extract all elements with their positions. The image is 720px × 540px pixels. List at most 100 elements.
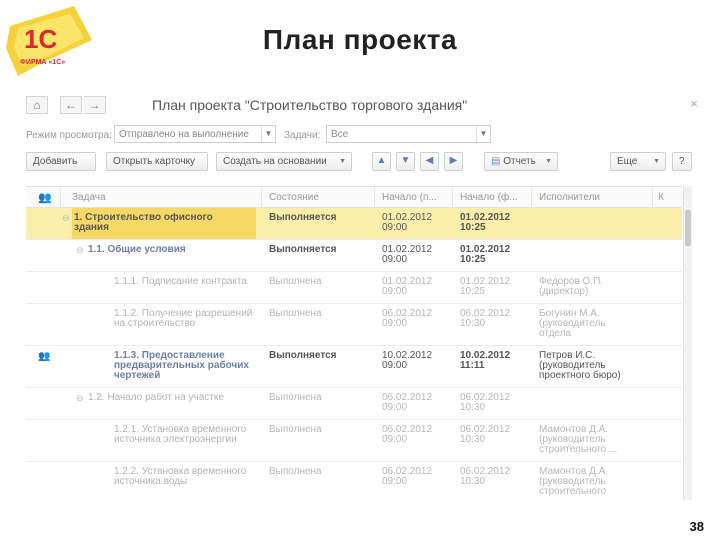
cell-fact-start: 06.02.2012 10:30 <box>460 309 511 329</box>
add-button[interactable]: Добавить <box>26 152 96 171</box>
cell-state: Выполнена <box>269 309 322 319</box>
users-icon: 👥 <box>38 351 51 362</box>
move-down-button[interactable]: ▼ <box>396 152 415 171</box>
column-header-plan-start[interactable]: Начало (п... <box>382 192 452 203</box>
table-row[interactable]: 1.1.1. Подписание контракта Выполнена 01.0… <box>26 272 682 304</box>
cell-plan-start: 10.02.2012 09:00 <box>382 351 433 371</box>
cell-executors: Богунин М.А. (руководитель отдела <box>539 309 606 339</box>
cell-state: Выполнена <box>269 467 322 477</box>
cell-plan-start: 06.02.2012 09:00 <box>382 467 433 487</box>
chevron-down-icon: ▼ <box>339 158 346 165</box>
table-row[interactable]: 1.2.1. Установка временного источника эл… <box>26 420 682 462</box>
command-bar: Добавить Открыть карточку Создать на осн… <box>26 150 706 180</box>
arrow-right-icon: → <box>88 98 101 112</box>
table-row[interactable]: 👥 1.1.3. Предоставление предварительных р… <box>26 346 682 388</box>
cell-task: 1.2.2. Установка временного источника во… <box>114 467 247 487</box>
table-row[interactable]: 1.1.2. Получение разрешений на строитель… <box>26 304 682 346</box>
level-up-button[interactable]: ◀ <box>420 152 439 171</box>
report-icon: ▤ <box>491 156 504 167</box>
slide-number: 38 <box>689 519 704 534</box>
cell-executors: Мамонтов Д.А. (руководитель строительног… <box>539 425 618 455</box>
close-icon[interactable]: × <box>690 96 698 111</box>
tasks-filter-value: Все <box>331 129 349 140</box>
cell-task: 1.2. Начало работ на участке <box>88 393 224 403</box>
cell-plan-start: 01.02.2012 09:00 <box>382 277 433 297</box>
scrollbar-thumb[interactable] <box>685 210 691 246</box>
arrow-left-icon: ◀ <box>425 155 434 166</box>
cell-task: 1.1. Общие условия <box>88 245 186 255</box>
chevron-down-icon: ▼ <box>653 158 660 165</box>
cell-fact-start: 06.02.2012 10:30 <box>460 393 511 413</box>
table-header: 👥 Задача Состояние Начало (п... Начало (… <box>26 186 682 208</box>
report-button[interactable]: ▤ Отчеть ▼ <box>484 152 558 171</box>
window-titlebar: ⌂ ← → План проекта "Строительство торгов… <box>26 90 706 122</box>
view-mode-value: Отправлено на выполнение <box>119 129 249 140</box>
arrow-left-icon: ← <box>65 98 77 112</box>
table-row[interactable]: ⊖ 1.2. Начало работ на участке Выполнена 06… <box>26 388 682 420</box>
form-title: План проекта "Строительство торгового зд… <box>152 97 468 113</box>
cell-plan-start: 01.02.2012 09:00 <box>382 245 433 265</box>
tree-collapse-icon[interactable]: ⊖ <box>76 393 84 404</box>
cell-plan-start: 06.02.2012 09:00 <box>382 309 433 329</box>
cell-state: Выполняется <box>269 245 337 255</box>
cell-plan-start: 01.02.2012 09:00 <box>382 213 433 233</box>
cell-executors: Мамонтов Д.А. (руководитель строительног… <box>539 467 609 497</box>
create-based-on-button[interactable]: Создать на основании ▼ <box>216 152 352 171</box>
project-plan-window: ⌂ ← → План проекта "Строительство торгов… <box>26 90 706 500</box>
cell-task: 1. Строительство офисного здания <box>74 213 213 233</box>
column-header-k[interactable]: К <box>658 192 678 203</box>
home-button[interactable]: ⌂ <box>26 96 48 114</box>
move-up-button[interactable]: ▲ <box>372 152 391 171</box>
help-button[interactable]: ? <box>672 152 692 171</box>
cell-state: Выполняется <box>269 351 337 361</box>
cell-fact-start: 10.02.2012 11:11 <box>460 351 511 371</box>
slide-title: План проекта <box>262 24 458 55</box>
more-button[interactable]: Еще ▼ <box>610 152 666 171</box>
cell-fact-start: 01.02.2012 10:25 <box>460 213 511 233</box>
column-header-executors[interactable]: Исполнители <box>539 192 649 203</box>
table-body: ⊖ 1. Строительство офисного здания Выполня… <box>26 208 682 500</box>
cell-task: 1.1.3. Предоставление предварительных ра… <box>114 351 249 381</box>
chevron-down-icon: ▼ <box>476 126 490 142</box>
table-scrollbar[interactable] <box>683 186 692 500</box>
open-card-button[interactable]: Открыть карточку <box>106 152 208 171</box>
tasks-table: 👥 Задача Состояние Начало (п... Начало (… <box>26 186 682 500</box>
cell-plan-start: 06.02.2012 09:00 <box>382 425 433 445</box>
users-icon: 👥 <box>38 192 52 204</box>
chevron-down-icon: ▼ <box>261 126 275 142</box>
create-based-on-label: Создать на основании <box>223 156 327 167</box>
level-down-button[interactable]: ▶ <box>444 152 463 171</box>
cell-fact-start: 06.02.2012 10:30 <box>460 425 511 445</box>
view-mode-select[interactable]: Отправлено на выполнение ▼ <box>114 125 276 143</box>
tasks-filter-label: Задачи: <box>284 130 321 141</box>
table-row[interactable]: ⊖ 1.1. Общие условия Выполняется 01.02.2012… <box>26 240 682 272</box>
cell-executors: Федоров О.П. (директор) <box>539 277 604 297</box>
more-label: Еще <box>617 156 638 167</box>
tasks-filter-select[interactable]: Все ▼ <box>326 125 491 143</box>
tree-collapse-icon[interactable]: ⊖ <box>76 245 84 256</box>
column-header-state[interactable]: Состояние <box>269 192 369 203</box>
cell-fact-start: 01.02.2012 10:25 <box>460 245 511 265</box>
back-button[interactable]: ← <box>60 96 82 114</box>
column-header-task[interactable]: Задача <box>72 192 252 203</box>
table-row[interactable]: 1.2.2. Установка временного источника во… <box>26 462 682 500</box>
cell-task: 1.1.2. Получение разрешений на строитель… <box>114 309 253 329</box>
tree-collapse-icon[interactable]: ⊖ <box>62 213 70 224</box>
view-mode-label: Режим просмотра: <box>26 130 112 141</box>
chevron-down-icon: ▼ <box>545 158 552 165</box>
cell-fact-start: 01.02.2012 10:25 <box>460 277 511 297</box>
cell-task: 1.2.1. Установка временного источника эл… <box>114 425 247 445</box>
svg-text:ФИРМА «1С»: ФИРМА «1С» <box>20 59 65 66</box>
home-icon: ⌂ <box>33 98 41 112</box>
cell-state: Выполнена <box>269 393 322 403</box>
column-header-fact-start[interactable]: Начало (ф... <box>460 192 530 203</box>
cell-plan-start: 06.02.2012 09:00 <box>382 393 433 413</box>
cell-task: 1.1.1. Подписание контракта <box>114 277 247 287</box>
arrow-up-icon: ▲ <box>376 155 387 166</box>
filter-bar: Режим просмотра: Отправлено на выполнени… <box>26 122 706 150</box>
cell-state: Выполнена <box>269 425 322 435</box>
forward-button[interactable]: → <box>84 96 106 114</box>
cell-executors: Петров И.С. (руководитель проектного бюр… <box>539 351 621 381</box>
table-row[interactable]: ⊖ 1. Строительство офисного здания Выполня… <box>26 208 682 240</box>
arrow-down-icon: ▼ <box>400 155 411 166</box>
